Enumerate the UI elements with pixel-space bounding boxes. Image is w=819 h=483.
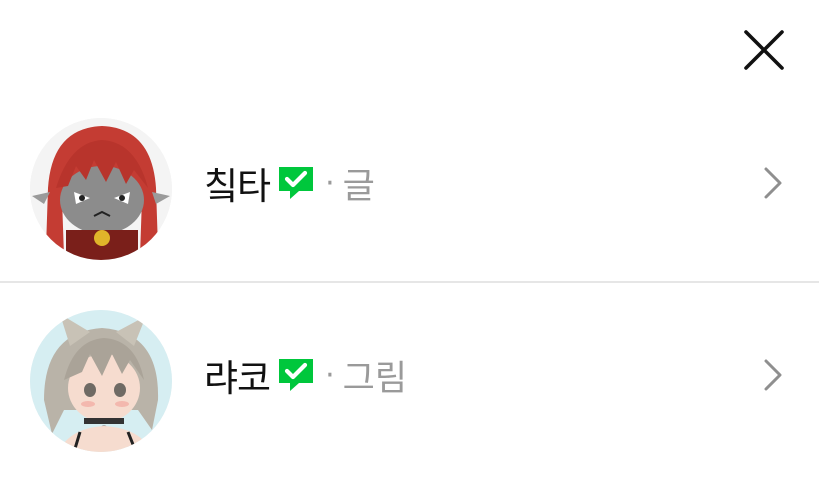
creator-name-line: 랴코 · 그림	[204, 350, 407, 400]
separator: ·	[325, 165, 335, 201]
creator-list-sheet: 칰타 · 글 랴코 · 그림	[0, 0, 819, 483]
creator-role: 글	[342, 166, 375, 207]
chevron-right-icon	[764, 167, 782, 199]
creator-name: 칰타	[204, 165, 271, 208]
creator-row-artist[interactable]: 랴코 · 그림	[0, 290, 819, 460]
close-button[interactable]	[736, 22, 792, 78]
creator-avatar	[30, 310, 172, 452]
row-divider	[0, 281, 819, 283]
chevron-right-icon	[764, 359, 782, 391]
creator-avatar	[30, 118, 172, 260]
creator-name-line: 칰타 · 글	[204, 158, 375, 208]
creator-row-writer[interactable]: 칰타 · 글	[0, 98, 819, 268]
verified-badge-icon	[277, 357, 315, 393]
verified-badge-icon	[277, 165, 315, 201]
creator-role: 그림	[342, 358, 408, 399]
separator: ·	[325, 357, 335, 393]
creator-name: 랴코	[204, 357, 271, 400]
close-icon	[744, 30, 784, 70]
